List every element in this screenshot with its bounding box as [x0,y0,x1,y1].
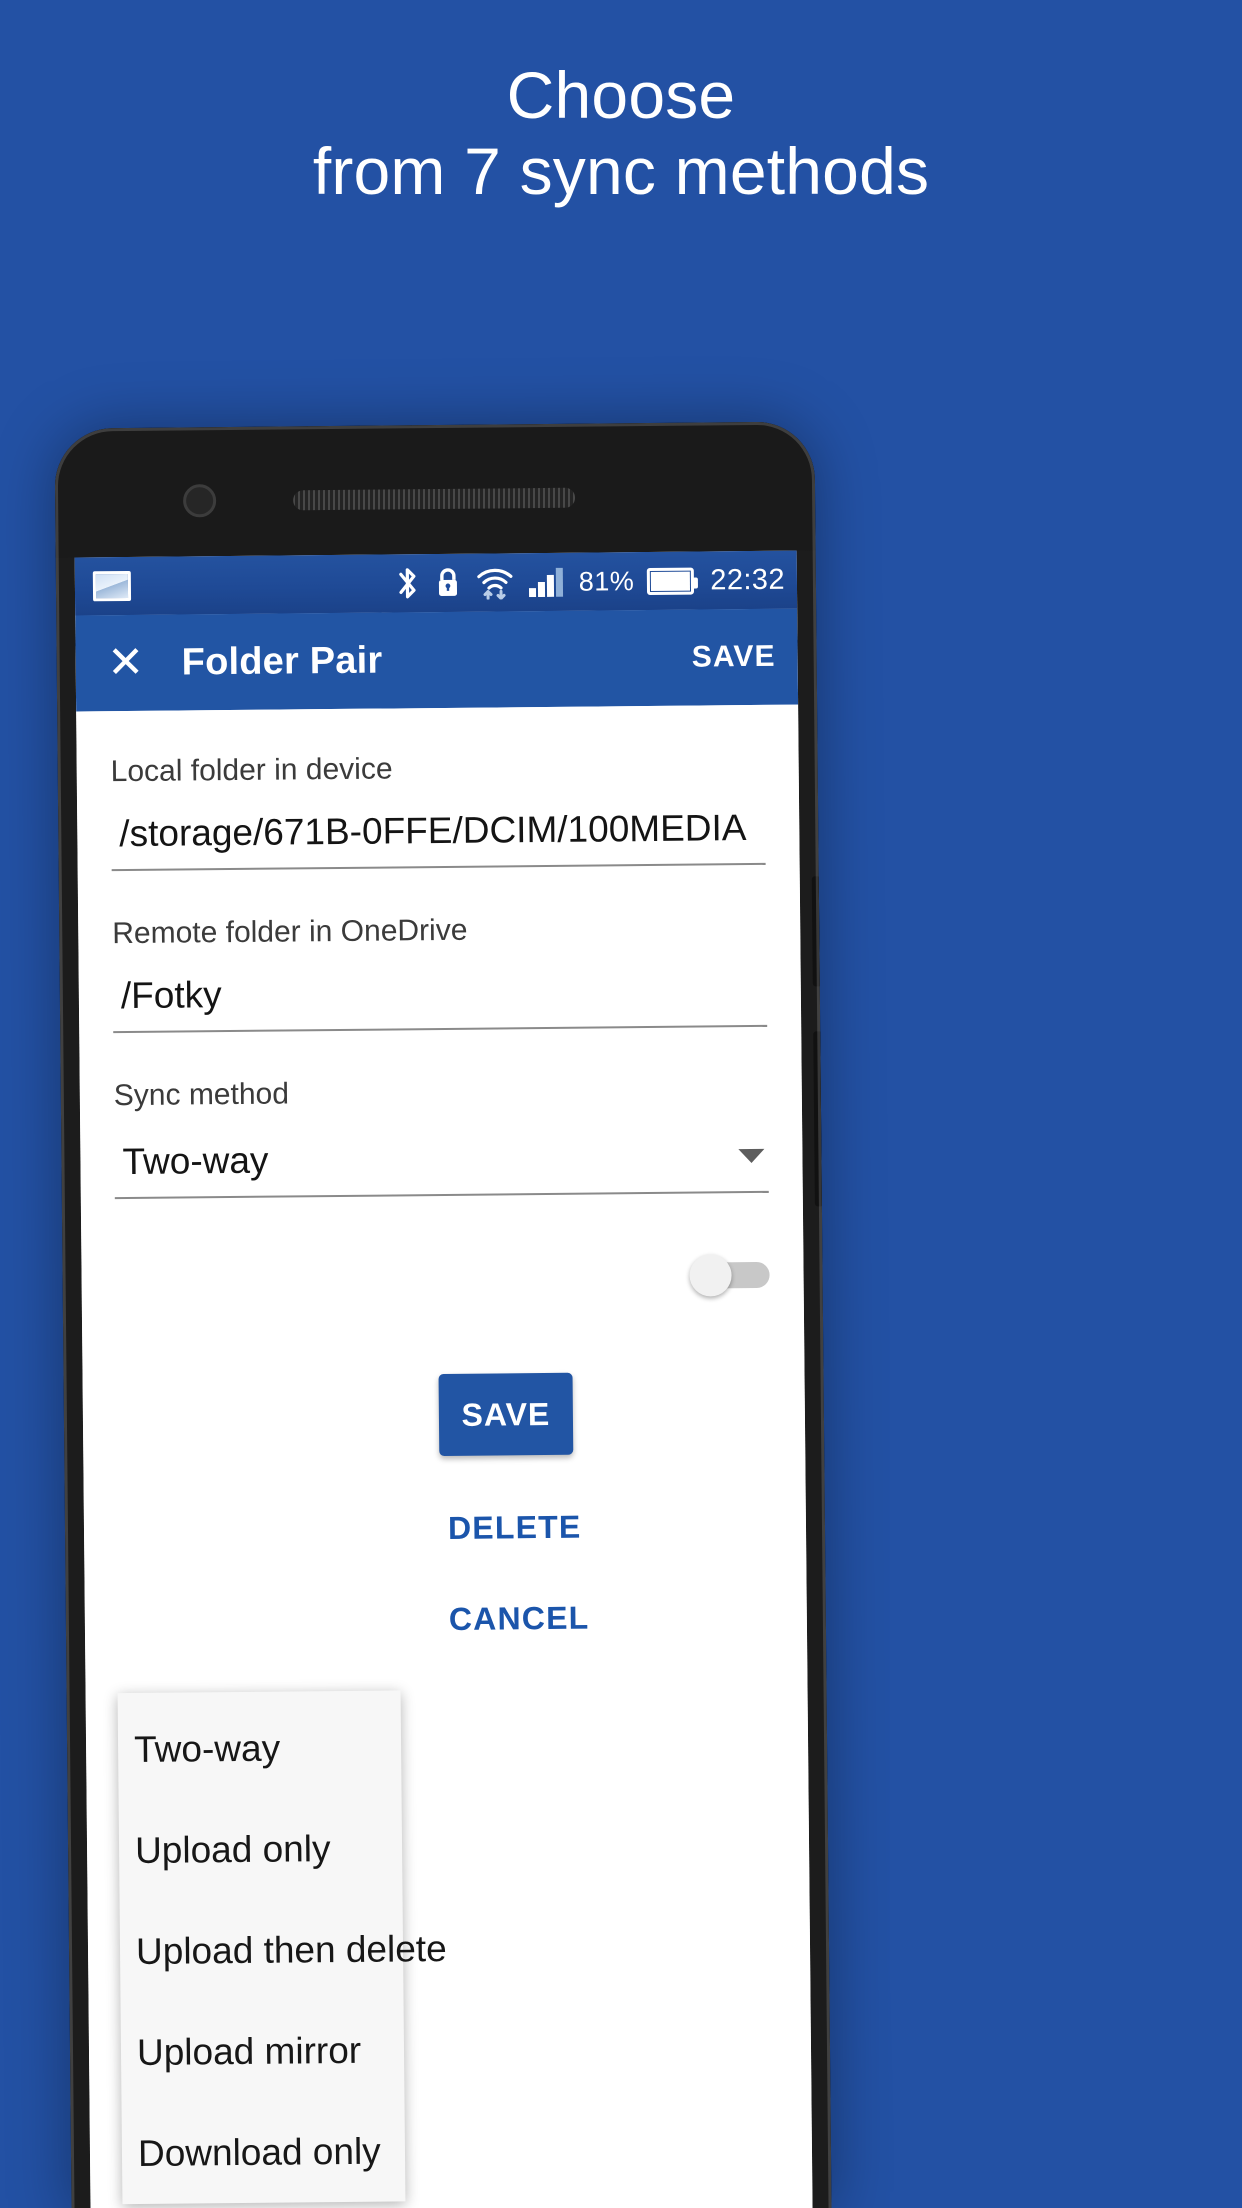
bluetooth-icon [399,568,416,599]
page-title: Folder Pair [181,639,383,683]
sync-method-selected-value: Two-way [122,1139,269,1183]
promo-headline-line-1: Choose [506,58,736,132]
dropdown-option[interactable]: Upload then delete [120,1898,447,2002]
form-delete-button[interactable]: DELETE [448,1507,772,1547]
dropdown-option[interactable]: Upload only [119,1797,403,1901]
save-button[interactable]: SAVE [692,640,776,675]
form-cancel-button[interactable]: CANCEL [449,1598,773,1638]
promo-headline-line-2: from 7 sync methods [312,133,930,208]
promo-headline: Choose from 7 sync methods [0,58,1242,210]
dropdown-option[interactable]: Upload mirror [121,1999,405,2103]
close-icon[interactable]: ✕ [97,635,154,692]
status-bar-clock: 22:32 [710,563,786,596]
phone-top-bezel [54,421,816,558]
power-button[interactable] [813,1031,824,1207]
local-folder-field: Local folder in device /storage/671B-0FF… [110,749,766,872]
remote-folder-field: Remote folder in OneDrive /Fotky [112,911,768,1034]
sync-method-field: Sync method Two-way [113,1073,769,1200]
option-toggle-switch[interactable] [683,1254,770,1297]
sync-method-label: Sync method [113,1077,290,1113]
phone-screen: 81% 22:32 ✕ Folder Pair SAVE Local folde… [74,550,813,2208]
sync-method-select[interactable]: Two-way [114,1134,769,1200]
front-camera-icon [182,484,217,518]
status-bar: 81% 22:32 [74,550,798,616]
lock-icon [438,568,457,596]
status-bar-right: 81% 22:32 [395,563,785,601]
local-folder-input[interactable]: /storage/671B-0FFE/DCIM/100MEDIA [111,806,766,872]
chevron-down-icon [738,1148,765,1164]
phone-device-mockup: 81% 22:32 ✕ Folder Pair SAVE Local folde… [54,421,832,2208]
app-bar: ✕ Folder Pair SAVE [75,608,799,712]
remote-folder-label: Remote folder in OneDrive [112,913,468,951]
option-toggle-row [115,1254,770,1299]
folder-pair-form: Local folder in device /storage/671B-0FF… [76,704,813,2208]
earpiece-speaker-grille [293,487,576,511]
cellular-signal-icon [528,567,563,598]
status-bar-left [92,570,132,602]
volume-button[interactable] [811,876,822,987]
sync-method-dropdown[interactable]: Two-way Upload only Upload then delete U… [117,1690,447,2205]
toggle-knob [689,1254,732,1297]
remote-folder-input[interactable]: /Fotky [112,968,768,1034]
battery-percent-label: 81% [578,565,635,597]
form-save-button[interactable]: SAVE [438,1372,574,1457]
wifi-icon [477,568,513,600]
dropdown-option[interactable]: Two-way [118,1696,402,1800]
image-icon [92,570,132,602]
battery-icon [647,567,695,595]
dropdown-option[interactable]: Download only [122,2100,406,2204]
local-folder-label: Local folder in device [110,752,393,789]
